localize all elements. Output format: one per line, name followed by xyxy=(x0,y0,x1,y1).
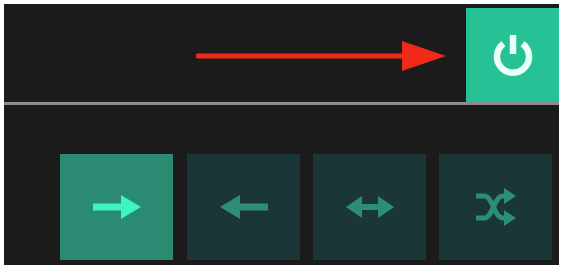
power-button[interactable] xyxy=(466,8,559,102)
arrow-right-icon xyxy=(92,195,141,219)
divider xyxy=(4,102,559,105)
annotation-arrow-head xyxy=(402,41,446,71)
mode-button-forward[interactable] xyxy=(60,154,173,260)
power-icon xyxy=(493,35,533,76)
mode-button-shuffle[interactable] xyxy=(439,154,552,260)
arrow-left-icon xyxy=(219,195,268,219)
arrow-left-right-icon xyxy=(345,196,394,218)
mode-button-reverse[interactable] xyxy=(187,154,300,260)
shuffle-icon xyxy=(475,188,516,226)
mode-button-bidirectional[interactable] xyxy=(313,154,426,260)
annotation-arrow xyxy=(196,41,446,71)
control-panel xyxy=(4,4,559,265)
